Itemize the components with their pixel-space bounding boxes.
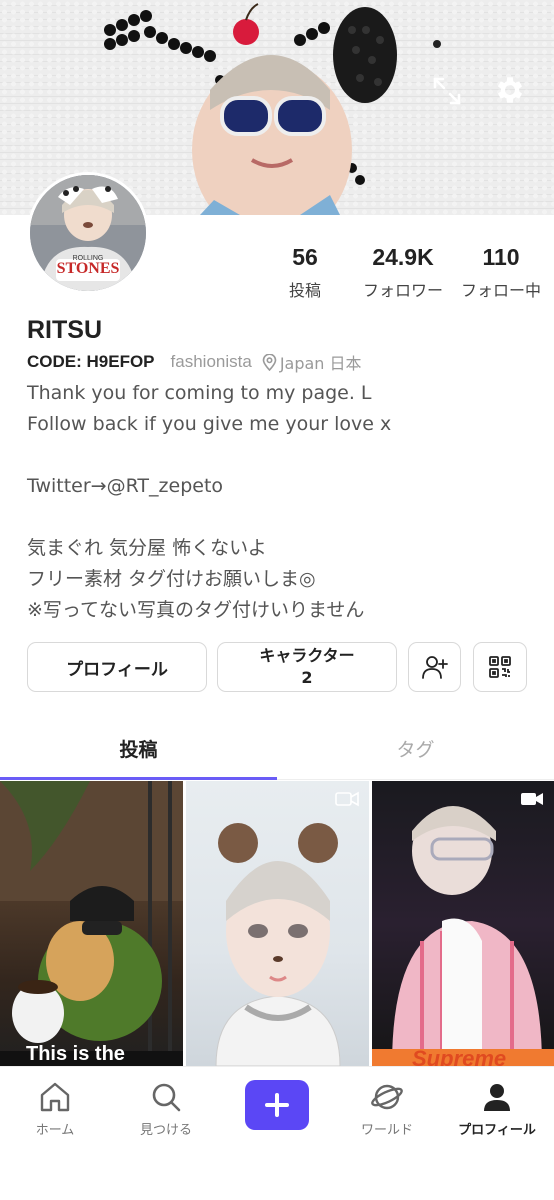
tab-posts[interactable]: 投稿 [0, 735, 277, 762]
nav-world-label: ワールド [360, 1123, 413, 1138]
plus-icon [265, 1093, 289, 1117]
nav-profile-label: プロフィール [458, 1123, 536, 1138]
post-caption: This is the [26, 1043, 125, 1065]
nav-world[interactable]: ワールド [332, 1081, 442, 1138]
stat-posts[interactable]: 56 投稿 [250, 244, 360, 301]
bottom-navigation: ホーム 見つける ワールド プロフィール [0, 1066, 554, 1200]
add-user-button[interactable] [408, 642, 461, 692]
username: RITSU [27, 316, 102, 344]
following-count: 110 [482, 244, 520, 270]
planet-icon [371, 1084, 403, 1110]
nav-discover[interactable]: 見つける [111, 1081, 221, 1138]
nav-profile[interactable]: プロフィール [442, 1081, 552, 1138]
gear-icon[interactable] [490, 70, 530, 110]
stat-followers[interactable]: 24.9K フォロワー [348, 244, 458, 301]
video-icon [520, 791, 544, 811]
location-pin-icon [262, 353, 277, 371]
post-thumbnail[interactable] [186, 781, 369, 1066]
avatar[interactable]: STONES ROLLING [27, 172, 149, 294]
qr-code-button[interactable] [473, 642, 527, 692]
bio-line: ※写ってない写真のタグ付けいりません [27, 599, 365, 621]
profile-category: fashionista [170, 352, 252, 371]
tab-tags[interactable]: タグ [277, 735, 554, 762]
bio-line: Follow back if you give me your love x [27, 413, 392, 435]
character-label: キャラクター [259, 646, 355, 665]
post-caption: Supreme [412, 1046, 507, 1066]
following-label: フォロー中 [460, 281, 541, 300]
nav-discover-label: 見つける [139, 1123, 192, 1138]
post-image [372, 806, 554, 1066]
profile-bio: Thank you for coming to my page. L Follo… [27, 378, 537, 626]
svg-text:STONES: STONES [57, 260, 120, 277]
expand-icon[interactable] [428, 72, 466, 110]
posts-count: 56 [292, 244, 318, 270]
stat-following[interactable]: 110 フォロー中 [446, 244, 554, 301]
qr-code-icon [489, 656, 511, 678]
profile-location: Japan 日本 [262, 350, 362, 374]
bio-line [27, 502, 537, 533]
bio-line: 気まぐれ 気分屋 怖くないよ [27, 537, 267, 559]
nav-home[interactable]: ホーム [0, 1081, 110, 1138]
bio-line: フリー素材 タグ付けお願いしま◎ [27, 568, 316, 590]
svg-text:ROLLING: ROLLING [73, 255, 104, 262]
search-icon [152, 1083, 181, 1112]
add-user-icon [421, 656, 448, 679]
profile-meta: CODE: H9EFOP fashionista Japan 日本 [27, 350, 362, 374]
post-thumbnail[interactable]: Supreme [372, 781, 554, 1066]
bio-line [27, 440, 537, 471]
character-count: 2 [301, 668, 313, 687]
video-icon [335, 791, 359, 811]
followers-count: 24.9K [372, 244, 434, 270]
followers-label: フォロワー [362, 281, 443, 300]
create-button[interactable] [245, 1080, 309, 1130]
user-code[interactable]: CODE: H9EFOP [27, 352, 155, 372]
post-image [0, 781, 183, 1066]
post-thumbnail[interactable]: This is the [0, 781, 183, 1066]
active-tab-indicator [0, 777, 277, 780]
nav-home-label: ホーム [35, 1123, 75, 1138]
posts-label: 投稿 [288, 281, 321, 300]
character-button[interactable]: キャラクター 2 [217, 642, 397, 692]
profile-button[interactable]: プロフィール [27, 642, 207, 692]
bio-line: Twitter→@RT_zepeto [27, 475, 224, 497]
post-image [215, 823, 341, 1066]
bio-line: Thank you for coming to my page. L [27, 382, 372, 404]
location-text: Japan 日本 [279, 354, 362, 373]
person-icon [484, 1084, 510, 1111]
home-icon [40, 1082, 70, 1112]
